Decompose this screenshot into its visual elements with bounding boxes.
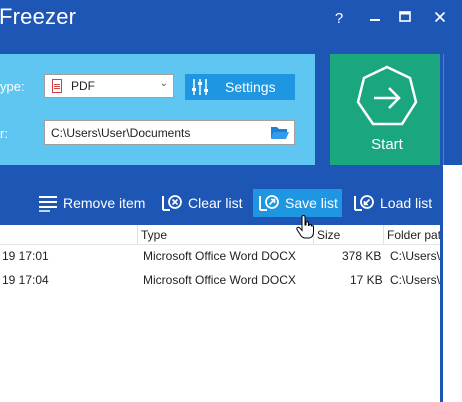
arrow-right-circle-icon: [356, 65, 418, 126]
clear-list-label: Clear list: [188, 195, 243, 211]
title-bar: Freezer ?: [0, 0, 462, 40]
row-folder: C:\Users\: [390, 273, 441, 287]
output-format-value: PDF: [71, 79, 95, 93]
sliders-icon: [192, 79, 208, 95]
save-list-label: Save list: [285, 195, 338, 211]
output-settings-panel: [0, 54, 315, 165]
row-size: 17 KB: [350, 273, 383, 287]
clear-list-button[interactable]: Clear list: [162, 189, 244, 217]
maximize-icon: [399, 11, 411, 22]
window-title: Freezer: [0, 4, 77, 29]
output-type-label: ype:: [0, 79, 25, 94]
row-type: Microsoft Office Word DOCX: [143, 273, 296, 287]
settings-button-label: Settings: [225, 79, 276, 95]
row-size: 378 KB: [342, 249, 382, 263]
save-list-icon: [259, 195, 279, 211]
app-window: Freezer ? ype: PDF ⌄ Settings r: C:\User…: [0, 0, 462, 402]
pdf-icon: [52, 79, 62, 93]
folder-open-icon[interactable]: [270, 124, 290, 141]
column-header-size[interactable]: Size: [317, 228, 340, 242]
column-header-folder[interactable]: Folder pat: [387, 228, 441, 242]
output-format-select[interactable]: PDF ⌄: [44, 74, 174, 98]
list-toolbar: Remove item Clear list Save list Load li…: [0, 180, 440, 225]
list-remove-icon: [39, 196, 57, 212]
chevron-down-icon: ⌄: [159, 78, 168, 89]
load-list-button[interactable]: Load list: [354, 189, 436, 217]
minimize-icon: [370, 19, 380, 21]
save-list-button[interactable]: Save list: [253, 189, 342, 217]
row-date: 19 17:04: [2, 273, 49, 287]
help-button[interactable]: ?: [327, 8, 351, 30]
row-type: Microsoft Office Word DOCX: [143, 249, 296, 263]
output-folder-label: r:: [0, 126, 8, 141]
file-list[interactable]: Type Size Folder pat 19 17:01 Microsoft …: [0, 225, 441, 402]
table-row[interactable]: 19 17:01 Microsoft Office Word DOCX 378 …: [0, 246, 441, 266]
column-header-type[interactable]: Type: [141, 228, 167, 242]
settings-button[interactable]: Settings: [185, 74, 295, 100]
output-folder-value: C:\Users\User\Documents: [51, 126, 191, 140]
start-button[interactable]: Start: [330, 54, 444, 165]
column-divider[interactable]: [137, 225, 138, 244]
output-folder-field[interactable]: C:\Users\User\Documents: [44, 120, 295, 145]
hand-pointer-icon: [296, 215, 314, 239]
column-divider[interactable]: [383, 225, 384, 244]
clear-list-icon: [162, 195, 182, 211]
start-button-label: Start: [371, 136, 403, 153]
close-button[interactable]: [428, 8, 452, 30]
table-row[interactable]: 19 17:04 Microsoft Office Word DOCX 17 K…: [0, 270, 441, 290]
remove-item-label: Remove item: [63, 195, 146, 211]
load-list-icon: [354, 195, 374, 211]
maximize-button[interactable]: [393, 8, 417, 30]
list-header: Type Size Folder pat: [0, 225, 441, 245]
load-list-label: Load list: [380, 195, 433, 211]
close-icon: [434, 11, 446, 23]
background-area: [443, 165, 462, 402]
minimize-button[interactable]: [363, 8, 387, 30]
row-date: 19 17:01: [2, 249, 49, 263]
row-folder: C:\Users\: [390, 249, 441, 263]
remove-item-button[interactable]: Remove item: [38, 189, 148, 217]
